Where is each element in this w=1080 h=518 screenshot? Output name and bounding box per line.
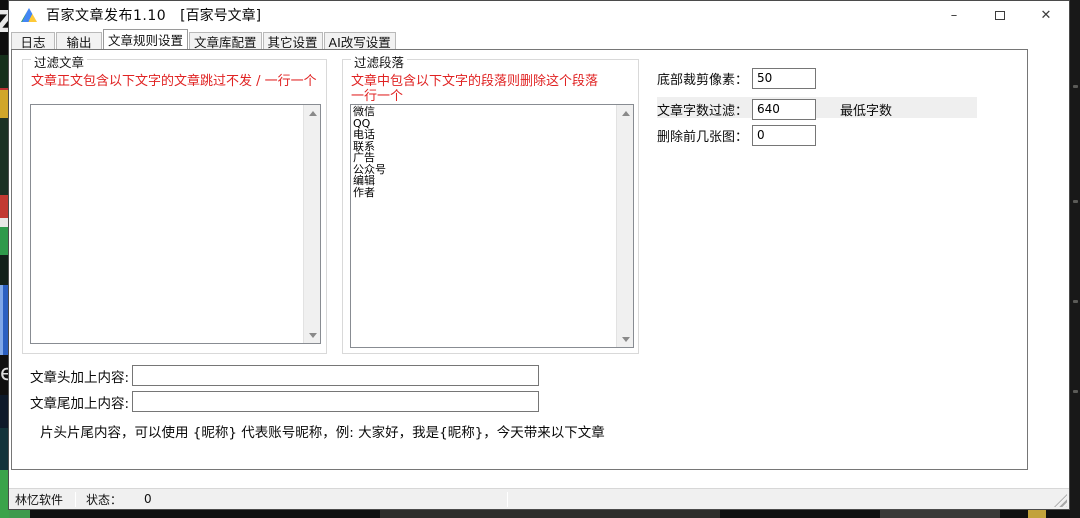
filter-paragraph-hint-line1: 文章中包含以下文字的段落则删除这个段落 [351,74,633,89]
filter-paragraph-textarea-frame: 微信 QQ 电话 联系 广告 公众号 编辑 作者 [350,104,634,348]
tab-article-library[interactable]: 文章库配置 [189,32,262,49]
desktop-label-fragment [1073,390,1078,393]
brand-label: 林忆软件 [15,491,63,508]
groupbox-title: 过滤段落 [351,52,407,71]
window-title: 百家文章发布1.10 [46,5,166,25]
app-icon [21,8,37,22]
scroll-up-icon[interactable] [304,105,321,121]
groupbox-filter-paragraph: 过滤段落 文章中包含以下文字的段落则删除这个段落 一行一个 微信 QQ 电话 联… [342,59,639,354]
desktop: Z e 百家文章发布1.10 [百家号文章] – [0,0,1080,518]
scroll-down-icon[interactable] [304,327,321,343]
status-label: 状态： [86,491,122,508]
status-bar: 林忆软件 状态： 0 [9,488,1069,509]
bottom-crop-input[interactable] [752,68,816,89]
close-button[interactable]: ✕ [1023,1,1069,29]
append-head-row: 文章头加上内容: [30,365,539,386]
filter-paragraph-textarea[interactable]: 微信 QQ 电话 联系 广告 公众号 编辑 作者 [351,105,616,347]
minimize-button[interactable]: – [931,1,977,29]
append-head-input[interactable] [132,365,539,386]
desktop-bottom-strip [0,510,1080,518]
status-value: 0 [144,492,152,506]
filter-article-textarea[interactable] [31,105,303,343]
bottom-crop-row: 底部裁剪像素： [657,67,816,89]
tab-other-settings[interactable]: 其它设置 [263,32,323,49]
filter-article-hint: 文章正文包含以下文字的文章跳过不发 / 一行一个 [31,74,317,89]
desktop-fragment [880,510,1000,518]
groupbox-title: 过滤文章 [31,52,87,71]
word-count-label: 文章字数过滤： [657,100,748,119]
window-subtitle: [百家号文章] [180,5,261,25]
word-count-input[interactable] [752,99,816,120]
scroll-down-icon[interactable] [617,331,634,347]
desktop-label-fragment [1073,300,1078,303]
tab-output[interactable]: 输出 [56,32,102,49]
statusbar-separator [507,492,508,507]
desktop-right-strip [1070,0,1080,518]
delete-images-row: 删除前几张图： [657,124,816,146]
scroll-up-icon[interactable] [617,105,634,121]
delete-images-input[interactable] [752,125,816,146]
append-head-label: 文章头加上内容: [30,366,129,386]
tab-article-rules[interactable]: 文章规则设置 [103,29,188,49]
minimize-icon: – [951,8,958,23]
bottom-crop-label: 底部裁剪像素： [657,69,748,88]
word-count-suffix: 最低字数 [840,100,892,119]
append-tail-row: 文章尾加上内容: [30,391,539,412]
window-controls: – ✕ [931,1,1069,29]
maximize-icon [995,11,1005,20]
desktop-fragment-yellow [1028,510,1046,518]
append-tail-label: 文章尾加上内容: [30,392,129,412]
tab-ai-rewrite[interactable]: AI改写设置 [324,32,396,49]
maximize-button[interactable] [977,1,1023,29]
close-icon: ✕ [1041,8,1052,23]
filter-paragraph-hint-line2: 一行一个 [351,89,633,104]
titlebar[interactable]: 百家文章发布1.10 [百家号文章] – ✕ [9,1,1069,29]
scrollbar[interactable] [616,105,633,347]
tab-log[interactable]: 日志 [11,32,55,49]
groupbox-filter-article: 过滤文章 文章正文包含以下文字的文章跳过不发 / 一行一个 [22,59,327,354]
resize-grip-icon[interactable] [1054,494,1067,507]
statusbar-separator [75,492,76,507]
filter-paragraph-hint: 文章中包含以下文字的段落则删除这个段落 一行一个 [351,74,633,104]
tab-bar: 日志 输出 文章规则设置 文章库配置 其它设置 AI改写设置 [11,30,397,49]
desktop-label-fragment [1073,85,1078,88]
delete-images-label: 删除前几张图： [657,126,748,145]
desktop-fragment [380,510,720,518]
append-tail-input[interactable] [132,391,539,412]
word-count-row: 文章字数过滤： 最低字数 [657,98,892,120]
app-window: 百家文章发布1.10 [百家号文章] – ✕ 日志 输出 文章规则设置 文章库配… [8,0,1070,510]
desktop-label-fragment [1073,200,1078,203]
tab-content-panel: 过滤文章 文章正文包含以下文字的文章跳过不发 / 一行一个 过滤段落 文章中包含… [11,49,1028,470]
scrollbar[interactable] [303,105,320,343]
filter-article-textarea-frame [30,104,321,344]
append-usage-note: 片头片尾内容，可以使用 {昵称} 代表账号昵称，例: 大家好，我是{昵称}，今天… [40,421,605,441]
